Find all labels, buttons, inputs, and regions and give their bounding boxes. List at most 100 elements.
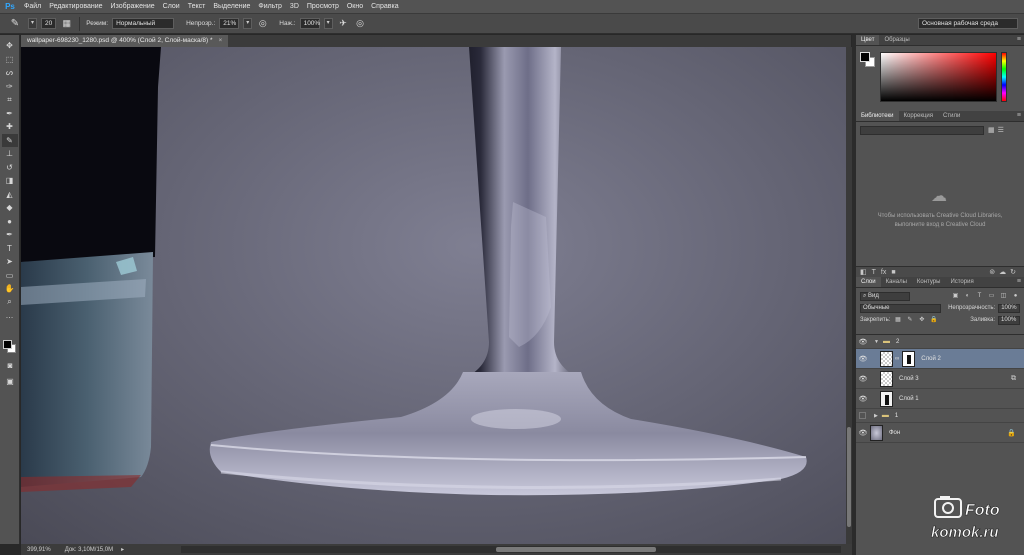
lock-all-icon[interactable]: 🔒: [929, 316, 938, 325]
filter-pixel-icon[interactable]: ▣: [951, 292, 960, 301]
menu-image[interactable]: Изображение: [107, 0, 159, 14]
clone-stamp-tool-icon[interactable]: ⊥: [2, 147, 18, 161]
layer-row[interactable]: 👁 Слой 1: [856, 389, 1024, 409]
workspace-select[interactable]: Основная рабочая среда: [918, 18, 1018, 29]
filter-type-icon[interactable]: T: [975, 292, 984, 301]
status-menu-arrow-icon[interactable]: ▸: [121, 546, 124, 553]
layer-filter-kind[interactable]: ⌕ Вид: [860, 291, 910, 301]
airbrush-icon[interactable]: ✈: [337, 17, 350, 30]
layer-thumbnail[interactable]: [880, 390, 893, 407]
menu-file[interactable]: Файл: [20, 0, 45, 14]
menu-type[interactable]: Текст: [184, 0, 210, 14]
pressure-size-icon[interactable]: ◎: [354, 17, 367, 30]
menu-layers[interactable]: Слои: [159, 0, 184, 14]
document-tab[interactable]: wallpaper-698230_1280.psd @ 400% (Слой 2…: [21, 35, 229, 47]
layer-mask-thumbnail[interactable]: [902, 350, 916, 367]
more-tools-icon[interactable]: …: [2, 309, 18, 323]
quick-select-tool-icon[interactable]: ✑: [2, 80, 18, 94]
close-icon[interactable]: ×: [219, 35, 223, 47]
menu-filter[interactable]: Фильтр: [254, 0, 286, 14]
blend-mode-select[interactable]: Обычные: [860, 303, 942, 313]
panel-menu-icon[interactable]: ≡: [1017, 36, 1021, 43]
tab-paths[interactable]: Контуры: [912, 277, 946, 287]
brush-preset-dropdown[interactable]: ▾: [28, 18, 37, 29]
add-text-icon[interactable]: T: [872, 269, 876, 276]
shape-tool-icon[interactable]: ▭: [2, 269, 18, 283]
lock-position-icon[interactable]: ✥: [917, 316, 926, 325]
layer-row-background[interactable]: 👁 Фон 🔒: [856, 423, 1024, 443]
document-canvas[interactable]: [21, 47, 846, 544]
panel-menu-icon[interactable]: ≡: [1017, 278, 1021, 285]
dodge-tool-icon[interactable]: ●: [2, 215, 18, 229]
menu-edit[interactable]: Редактирование: [45, 0, 106, 14]
add-color-icon[interactable]: ■: [891, 269, 895, 276]
eye-icon[interactable]: 👁: [856, 375, 870, 383]
vertical-scroll-thumb[interactable]: [847, 427, 851, 527]
quick-mask-icon[interactable]: ◙: [2, 359, 18, 373]
eye-icon[interactable]: 👁: [856, 395, 870, 403]
pressure-opacity-icon[interactable]: ◎: [256, 17, 269, 30]
lock-transparent-icon[interactable]: ▦: [893, 316, 902, 325]
zoom-level[interactable]: 399,91%: [27, 547, 51, 553]
eyedropper-tool-icon[interactable]: ✒: [2, 107, 18, 121]
tab-channels[interactable]: Каналы: [881, 277, 912, 287]
link-icon[interactable]: ∞: [895, 356, 899, 362]
foreground-color-swatch[interactable]: [3, 340, 12, 349]
lock-pixels-icon[interactable]: ✎: [905, 316, 914, 325]
add-graphic-icon[interactable]: ◧: [860, 268, 867, 276]
library-actions-icons[interactable]: ⊚☁↻: [989, 268, 1020, 276]
tab-layers[interactable]: Слои: [856, 277, 881, 287]
filter-adjust-icon[interactable]: ◐: [963, 292, 972, 301]
brush-preset-icon[interactable]: ✎: [6, 16, 24, 32]
path-select-tool-icon[interactable]: ➤: [2, 255, 18, 269]
eye-icon[interactable]: 👁: [856, 338, 870, 346]
menu-view[interactable]: Просмотр: [303, 0, 343, 14]
zoom-tool-icon[interactable]: ⌕: [2, 296, 18, 310]
color-fg-swatch[interactable]: [860, 52, 870, 62]
tab-adjustments[interactable]: Коррекция: [899, 111, 939, 121]
horizontal-scrollbar[interactable]: [181, 546, 841, 553]
flow-dropdown[interactable]: ▾: [323, 18, 333, 29]
horizontal-scroll-thumb[interactable]: [496, 547, 656, 552]
layer-row-selected[interactable]: 👁 ∞ Слой 2: [856, 349, 1024, 369]
flow-field[interactable]: 100%: [299, 18, 320, 29]
opacity-field[interactable]: 21%: [219, 18, 240, 29]
expand-triangle-icon[interactable]: ▼: [874, 339, 879, 345]
eye-hidden-box[interactable]: [859, 412, 866, 419]
blur-tool-icon[interactable]: ◆: [2, 201, 18, 215]
eye-icon[interactable]: 👁: [856, 429, 870, 437]
filter-shape-icon[interactable]: ▭: [987, 292, 996, 301]
mode-select[interactable]: Нормальный: [112, 18, 175, 29]
brush-panel-icon[interactable]: ▦: [60, 17, 73, 30]
layer-fill-field[interactable]: 100%: [998, 315, 1020, 325]
marquee-tool-icon[interactable]: ⬚: [2, 53, 18, 67]
healing-brush-tool-icon[interactable]: ✚: [2, 120, 18, 134]
type-tool-icon[interactable]: T: [2, 242, 18, 256]
collapse-triangle-icon[interactable]: ▶: [874, 413, 878, 419]
color-picker-field[interactable]: [880, 52, 997, 102]
menu-3d[interactable]: 3D: [286, 0, 303, 14]
filter-toggle-icon[interactable]: ●: [1011, 292, 1020, 301]
panel-menu-icon[interactable]: ≡: [1017, 112, 1021, 119]
pen-tool-icon[interactable]: ✒: [2, 228, 18, 242]
screen-mode-icon[interactable]: ▣: [2, 375, 18, 389]
paint-bucket-tool-icon[interactable]: ◭: [2, 188, 18, 202]
layer-opacity-field[interactable]: 100%: [998, 303, 1020, 313]
brush-tool-icon[interactable]: ✎: [1, 133, 18, 147]
lasso-tool-icon[interactable]: ᔕ: [2, 66, 18, 80]
layer-row[interactable]: 👁 Слой 3 ⧉: [856, 369, 1024, 389]
layer-thumbnail[interactable]: [870, 424, 883, 441]
menu-help[interactable]: Справка: [367, 0, 402, 14]
layer-thumbnail[interactable]: [880, 370, 893, 387]
layer-group-1[interactable]: ▶ ▬ 1: [856, 409, 1024, 423]
library-view-icons[interactable]: ▦☰: [988, 126, 1007, 134]
tab-styles[interactable]: Стили: [938, 111, 965, 121]
menu-window[interactable]: Окно: [343, 0, 367, 14]
layer-group-2[interactable]: 👁 ▼ ▬ 2: [856, 335, 1024, 349]
history-brush-tool-icon[interactable]: ↺: [2, 161, 18, 175]
hand-tool-icon[interactable]: ✋: [2, 282, 18, 296]
eye-icon[interactable]: 👁: [856, 355, 870, 363]
crop-tool-icon[interactable]: ⌗: [2, 93, 18, 107]
hue-slider[interactable]: [1001, 52, 1007, 102]
add-style-icon[interactable]: fx: [881, 269, 886, 276]
